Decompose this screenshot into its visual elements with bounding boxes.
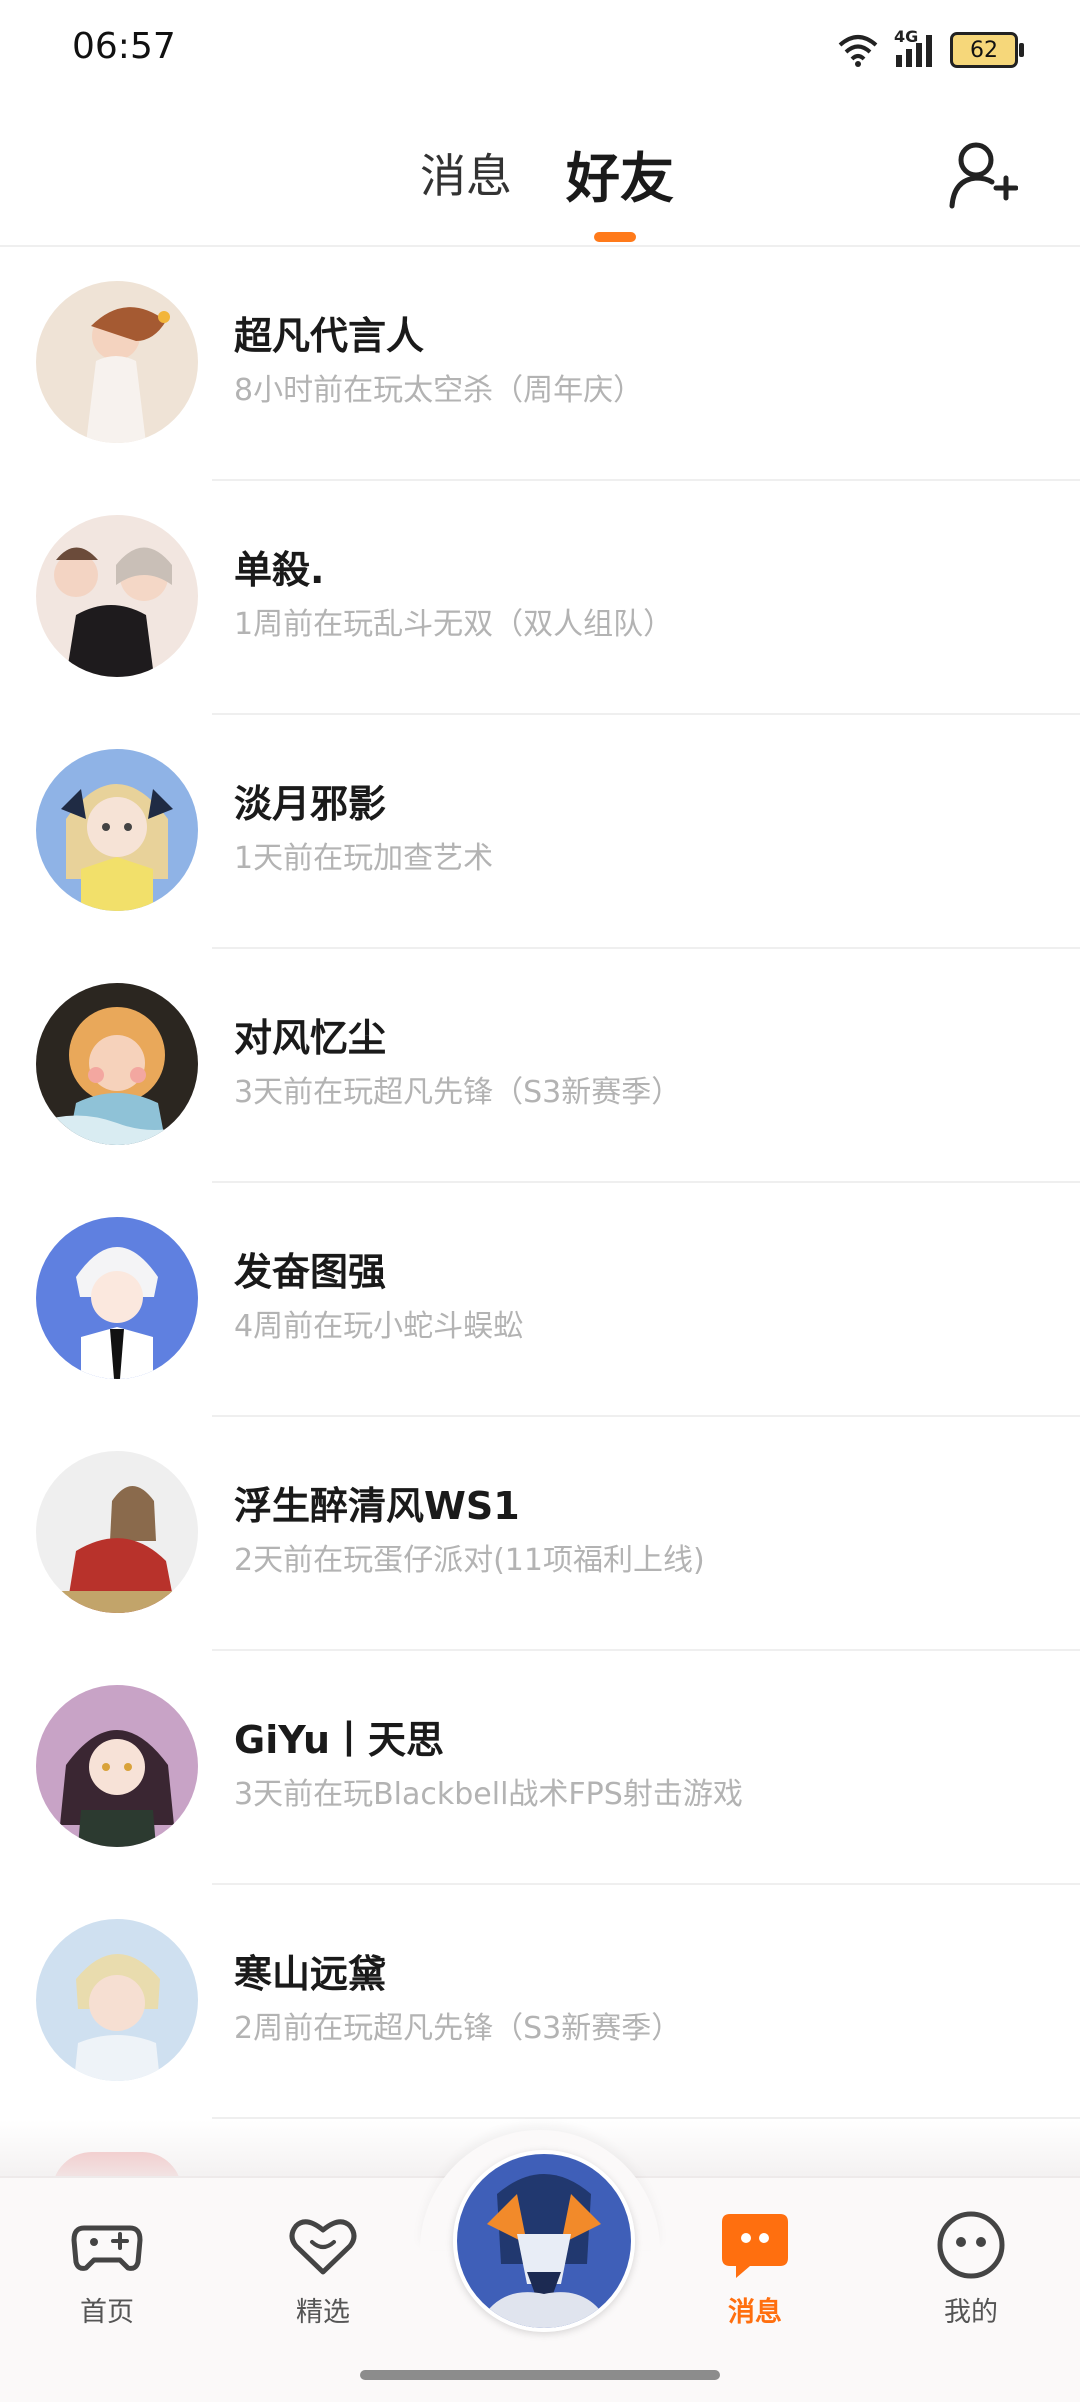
battery-indicator: 62 bbox=[950, 32, 1024, 68]
friend-item[interactable]: 淡月邪影 1天前在玩加查艺术 bbox=[0, 715, 1080, 949]
friend-item[interactable]: 发奋图强 4周前在玩小蛇斗蜈蚣 bbox=[0, 1183, 1080, 1417]
nav-me[interactable]: 我的 bbox=[911, 2208, 1031, 2329]
nav-label: 我的 bbox=[944, 2297, 998, 2328]
friend-name: 发奋图强 bbox=[234, 1250, 387, 1294]
tab-messages[interactable]: 消息 bbox=[420, 140, 512, 206]
friend-name: 寒山远黛 bbox=[234, 1952, 387, 1996]
gamepad-icon bbox=[71, 2225, 143, 2271]
nav-picks[interactable]: 精选 bbox=[263, 2208, 383, 2329]
battery-level: 62 bbox=[970, 37, 998, 63]
friend-item[interactable]: 对风忆尘 3天前在玩超凡先锋（S3新赛季） bbox=[0, 949, 1080, 1183]
active-tab-indicator bbox=[594, 232, 636, 242]
friend-status: 1周前在玩乱斗无双（双人组队） bbox=[234, 607, 674, 642]
friend-name: 超凡代言人 bbox=[234, 314, 425, 358]
network-type: 4G bbox=[894, 27, 919, 46]
avatar[interactable] bbox=[36, 1685, 198, 1847]
friend-name: GiYu丨天思 bbox=[234, 1718, 445, 1762]
friend-status: 8小时前在玩太空杀（周年庆） bbox=[234, 373, 644, 408]
divider bbox=[212, 2117, 1080, 2119]
nav-messages[interactable]: 消息 bbox=[695, 2208, 815, 2329]
face-icon bbox=[937, 2211, 1005, 2279]
signal-icon: 4G bbox=[894, 27, 932, 67]
friend-status: 1天前在玩加查艺术 bbox=[234, 841, 494, 876]
nav-label: 精选 bbox=[296, 2297, 350, 2328]
home-indicator[interactable] bbox=[360, 2370, 720, 2380]
friend-name: 对风忆尘 bbox=[234, 1016, 387, 1060]
friend-item[interactable]: GiYu丨天思 3天前在玩Blackbell战术FPS射击游戏 bbox=[0, 1651, 1080, 1885]
friend-name: 浮生醉清风WS1 bbox=[234, 1484, 520, 1528]
friend-status: 2天前在玩蛋仔派对(11项福利上线) bbox=[234, 1543, 705, 1578]
nav-label: 消息 bbox=[728, 2297, 782, 2328]
friend-status: 2周前在玩超凡先锋（S3新赛季） bbox=[234, 2011, 682, 2046]
friend-item[interactable]: 单殺. 1周前在玩乱斗无双（双人组队） bbox=[0, 481, 1080, 715]
avatar[interactable] bbox=[36, 281, 198, 443]
nav-home[interactable]: 首页 bbox=[47, 2208, 167, 2329]
wifi-icon bbox=[838, 35, 878, 67]
friend-name: 单殺. bbox=[234, 548, 325, 592]
friend-status: 4周前在玩小蛇斗蜈蚣 bbox=[234, 1309, 524, 1344]
center-game-avatar[interactable] bbox=[453, 2150, 635, 2332]
avatar[interactable] bbox=[36, 1919, 198, 2081]
friend-list: 超凡代言人 8小时前在玩太空杀（周年庆） 单殺. 1周前在玩乱斗无双（双人组队）… bbox=[0, 247, 1080, 2119]
header: 消息 好友 bbox=[0, 100, 1080, 247]
friend-name: 淡月邪影 bbox=[234, 782, 387, 826]
avatar[interactable] bbox=[36, 1217, 198, 1379]
avatar[interactable] bbox=[36, 515, 198, 677]
nav-label: 首页 bbox=[80, 2297, 134, 2328]
heart-chat-icon bbox=[289, 2219, 357, 2275]
friend-status: 3天前在玩超凡先锋（S3新赛季） bbox=[234, 1075, 682, 1110]
friend-item[interactable]: 寒山远黛 2周前在玩超凡先锋（S3新赛季） bbox=[0, 1885, 1080, 2119]
message-bubble-icon bbox=[722, 2214, 788, 2278]
status-icons: 4G 62 bbox=[838, 22, 1024, 78]
avatar[interactable] bbox=[36, 1451, 198, 1613]
friend-item[interactable]: 浮生醉清风WS1 2天前在玩蛋仔派对(11项福利上线) bbox=[0, 1417, 1080, 1651]
avatar[interactable] bbox=[36, 749, 198, 911]
friend-item[interactable]: 超凡代言人 8小时前在玩太空杀（周年庆） bbox=[0, 247, 1080, 481]
add-user-icon[interactable] bbox=[946, 138, 1018, 210]
status-time: 06:57 bbox=[72, 26, 176, 67]
avatar[interactable] bbox=[36, 983, 198, 1145]
friend-status: 3天前在玩Blackbell战术FPS射击游戏 bbox=[234, 1777, 743, 1812]
status-bar: 06:57 4G 62 bbox=[0, 0, 1080, 100]
tab-friends[interactable]: 好友 bbox=[566, 134, 674, 213]
